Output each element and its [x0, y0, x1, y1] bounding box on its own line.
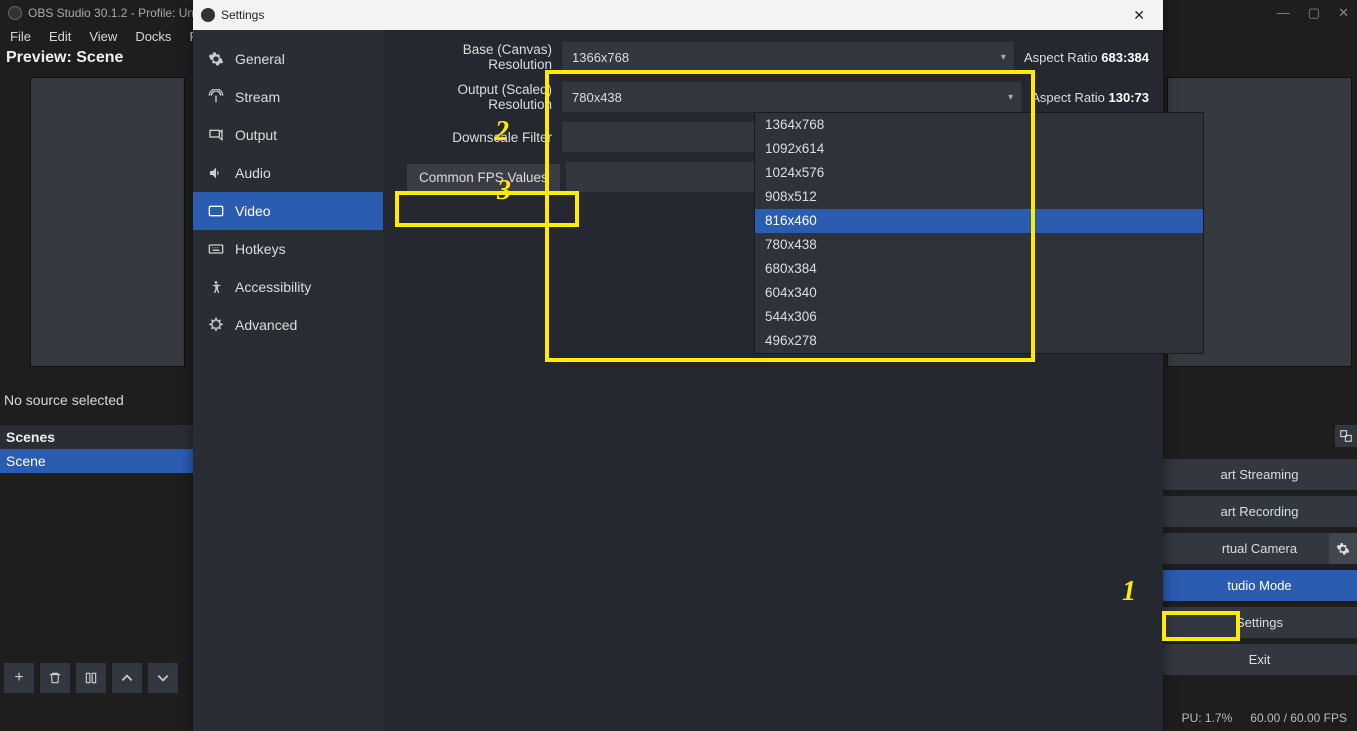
- aspect-ratio-1: Aspect Ratio 683:384: [1024, 50, 1149, 65]
- output-resolution-label: Output (Scaled) Resolution: [397, 82, 562, 112]
- output-resolution-select[interactable]: 780x438 ▾: [562, 82, 1021, 112]
- resolution-option[interactable]: 1092x614: [755, 137, 1203, 161]
- virtual-camera-label: rtual Camera: [1222, 541, 1297, 556]
- scenes-panel: Scenes Scene: [0, 425, 195, 473]
- sidebar-label: Video: [235, 203, 271, 219]
- settings-content: Base (Canvas) Resolution 1366x768 ▾ Aspe…: [383, 30, 1163, 731]
- studio-mode-button[interactable]: tudio Mode: [1162, 570, 1357, 601]
- advanced-icon: [207, 316, 225, 334]
- scene-filters-button[interactable]: [76, 663, 106, 693]
- settings-close-button[interactable]: ✕: [1123, 3, 1155, 28]
- resolution-option[interactable]: 908x512: [755, 185, 1203, 209]
- start-streaming-button[interactable]: art Streaming: [1162, 459, 1357, 490]
- obs-logo-icon: [201, 8, 215, 22]
- settings-dialog: Settings ✕ General Stream Output Audio: [193, 0, 1163, 731]
- sidebar-label: Hotkeys: [235, 241, 286, 257]
- gear-icon: [207, 50, 225, 68]
- settings-title: Settings: [221, 8, 1123, 22]
- delete-scene-button[interactable]: [40, 663, 70, 693]
- sidebar-item-output[interactable]: Output: [193, 116, 383, 154]
- move-up-button[interactable]: [112, 663, 142, 693]
- fps-readout: 60.00 / 60.00 FPS: [1250, 711, 1347, 725]
- base-resolution-value: 1366x768: [572, 50, 629, 65]
- menu-edit[interactable]: Edit: [41, 27, 79, 46]
- audio-icon: [207, 164, 225, 182]
- resolution-option[interactable]: 816x460: [755, 209, 1203, 233]
- move-down-button[interactable]: [148, 663, 178, 693]
- sidebar-label: Advanced: [235, 317, 297, 333]
- add-scene-button[interactable]: +: [4, 663, 34, 693]
- minimize-icon[interactable]: —: [1277, 5, 1290, 20]
- resolution-option[interactable]: 1364x768: [755, 113, 1203, 137]
- popout-icon[interactable]: [1335, 425, 1357, 447]
- chevron-down-icon: ▾: [1001, 52, 1006, 63]
- stream-icon: [207, 88, 225, 106]
- cpu-usage: PU: 1.7%: [1182, 711, 1233, 725]
- sidebar-item-video[interactable]: Video: [193, 192, 383, 230]
- base-resolution-select[interactable]: 1366x768 ▾: [562, 42, 1014, 72]
- virtual-camera-button[interactable]: rtual Camera: [1162, 533, 1357, 564]
- chevron-down-icon: ▾: [1008, 92, 1013, 103]
- video-icon: [207, 202, 225, 220]
- resolution-option[interactable]: 1024x576: [755, 161, 1203, 185]
- sidebar-label: Output: [235, 127, 277, 143]
- window-controls: — ▢ ✕: [1277, 5, 1349, 21]
- settings-button[interactable]: Settings: [1162, 607, 1357, 638]
- base-resolution-label: Base (Canvas) Resolution: [397, 42, 562, 72]
- sidebar-item-advanced[interactable]: Advanced: [193, 306, 383, 344]
- sidebar-item-audio[interactable]: Audio: [193, 154, 383, 192]
- preview-title: Preview: Scene: [0, 47, 129, 73]
- settings-sidebar: General Stream Output Audio Video Hotkey…: [193, 30, 383, 731]
- resolution-option[interactable]: 780x438: [755, 233, 1203, 257]
- preview-left: [30, 77, 185, 367]
- start-recording-button[interactable]: art Recording: [1162, 496, 1357, 527]
- keyboard-icon: [207, 240, 225, 258]
- resolution-option[interactable]: 680x384: [755, 257, 1203, 281]
- scenes-header: Scenes: [0, 425, 195, 449]
- fps-type-button[interactable]: Common FPS Values: [407, 164, 560, 191]
- sidebar-label: Audio: [235, 165, 271, 181]
- aspect-ratio-2: Aspect Ratio 130:73: [1031, 90, 1149, 105]
- sidebar-label: General: [235, 51, 285, 67]
- sidebar-item-accessibility[interactable]: Accessibility: [193, 268, 383, 306]
- accessibility-icon: [207, 278, 225, 296]
- close-icon[interactable]: ✕: [1338, 5, 1349, 21]
- sidebar-item-hotkeys[interactable]: Hotkeys: [193, 230, 383, 268]
- downscale-filter-label: Downscale Filter: [397, 130, 562, 145]
- output-resolution-dropdown: 1364x768 1092x614 1024x576 908x512 816x4…: [754, 112, 1204, 354]
- scene-item[interactable]: Scene: [0, 449, 195, 473]
- menu-docks[interactable]: Docks: [127, 27, 179, 46]
- exit-button[interactable]: Exit: [1162, 644, 1357, 675]
- sidebar-item-general[interactable]: General: [193, 40, 383, 78]
- maximize-icon[interactable]: ▢: [1308, 5, 1320, 21]
- output-resolution-value: 780x438: [572, 90, 622, 105]
- obs-logo-icon: [8, 6, 22, 20]
- menu-file[interactable]: File: [2, 27, 39, 46]
- resolution-option[interactable]: 544x306: [755, 305, 1203, 329]
- output-icon: [207, 126, 225, 144]
- sidebar-label: Stream: [235, 89, 280, 105]
- status-bar: PU: 1.7% 60.00 / 60.00 FPS: [1172, 705, 1357, 731]
- sidebar-label: Accessibility: [235, 279, 311, 295]
- settings-titlebar: Settings ✕: [193, 0, 1163, 30]
- menu-view[interactable]: View: [81, 27, 125, 46]
- controls-panel: art Streaming art Recording rtual Camera…: [1162, 425, 1357, 675]
- scenes-toolbar: +: [0, 659, 182, 697]
- resolution-option[interactable]: 496x278: [755, 329, 1203, 353]
- sidebar-item-stream[interactable]: Stream: [193, 78, 383, 116]
- resolution-option[interactable]: 604x340: [755, 281, 1203, 305]
- virtual-camera-settings-icon[interactable]: [1329, 533, 1357, 564]
